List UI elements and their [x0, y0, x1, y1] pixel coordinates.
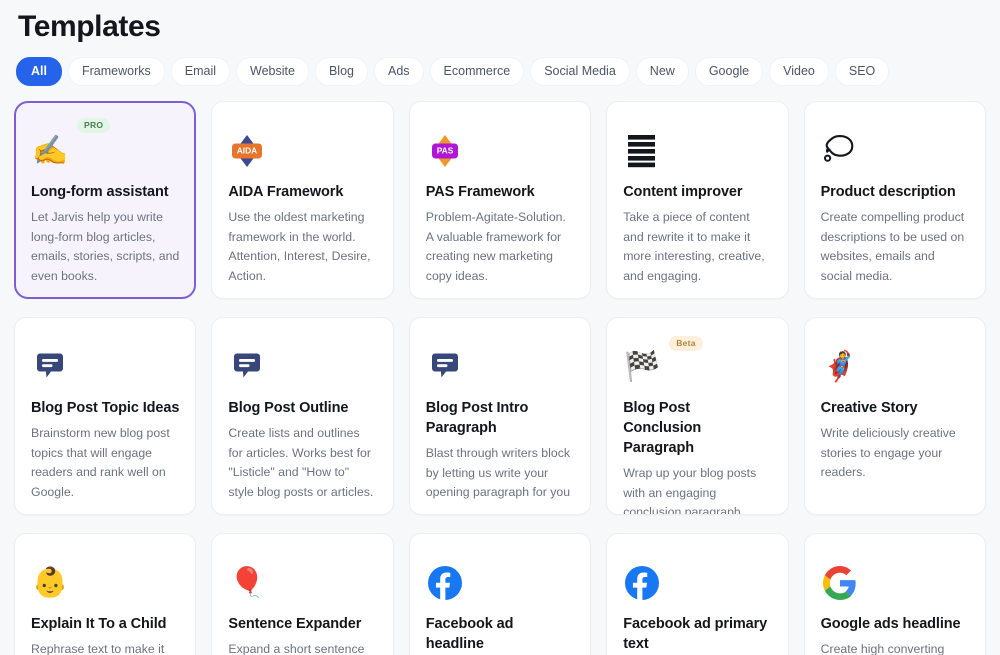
card-description: Create compelling product descriptions t… — [821, 208, 969, 286]
card-description: Blast through writers block by letting u… — [426, 444, 574, 503]
card-description: Problem-Agitate-Solution. A valuable fra… — [426, 208, 574, 286]
card-title: Facebook ad headline — [426, 614, 574, 654]
card-icon-row: AIDA — [228, 120, 376, 182]
card-icon-row — [426, 552, 574, 614]
template-card[interactable]: Blog Post Intro Paragraph Blast through w… — [409, 317, 591, 515]
superhero-icon: 🦸 — [821, 348, 859, 386]
checkered-flag-icon: 🏁 — [623, 348, 661, 386]
card-description: Let Jarvis help you write long-form blog… — [31, 208, 179, 286]
comment-icon — [31, 348, 69, 386]
aida-badge-icon: AIDA — [228, 132, 266, 170]
card-title: Sentence Expander — [228, 614, 376, 634]
card-icon-row: 👶 — [31, 552, 179, 614]
tab-ads[interactable]: Ads — [374, 57, 424, 86]
google-icon — [821, 564, 859, 602]
card-title: PAS Framework — [426, 182, 574, 202]
tab-blog[interactable]: Blog — [315, 57, 368, 86]
card-title: AIDA Framework — [228, 182, 376, 202]
card-icon-row — [821, 120, 969, 182]
card-description: Rephrase text to make it — [31, 640, 179, 655]
card-title: Creative Story — [821, 398, 969, 418]
template-card[interactable]: Blog Post Outline Create lists and outlin… — [211, 317, 393, 515]
card-title: Product description — [821, 182, 969, 202]
card-title: Content improver — [623, 182, 771, 202]
category-tab-bar: AllFrameworksEmailWebsiteBlogAdsEcommerc… — [14, 56, 986, 86]
card-icon-row — [623, 120, 771, 182]
card-description: Write deliciously creative stories to en… — [821, 424, 969, 483]
card-description: Create lists and outlines for articles. … — [228, 424, 376, 502]
card-title: Blog Post Intro Paragraph — [426, 398, 574, 438]
template-card[interactable]: Google ads headline Create high convertin… — [804, 533, 986, 655]
template-card[interactable]: Product description Create compelling pro… — [804, 101, 986, 299]
tab-new[interactable]: New — [636, 57, 689, 86]
tab-all[interactable]: All — [16, 57, 62, 86]
template-card[interactable]: AIDA AIDA Framework Use the oldest marketi… — [211, 101, 393, 299]
card-title: Explain It To a Child — [31, 614, 179, 634]
card-description: Brainstorm new blog post topics that wil… — [31, 424, 179, 502]
card-title: Facebook ad primary text — [623, 614, 771, 654]
comment-icon — [426, 348, 464, 386]
pas-badge-icon: PAS — [426, 132, 464, 170]
card-description: Wrap up your blog posts with an engaging… — [623, 464, 771, 515]
card-title: Blog Post Topic Ideas — [31, 398, 179, 418]
page-title: Templates — [14, 0, 986, 46]
tab-seo[interactable]: SEO — [835, 57, 889, 86]
card-icon-row — [821, 552, 969, 614]
card-title: Blog Post Outline — [228, 398, 376, 418]
text-lines-icon — [623, 132, 661, 170]
template-card[interactable]: 👶 Explain It To a Child Rephrase text to m… — [14, 533, 196, 655]
writing-hand-icon: ✍️ — [31, 132, 69, 170]
svg-text:PAS: PAS — [436, 146, 453, 156]
tab-video[interactable]: Video — [769, 57, 829, 86]
card-description: Create high converting — [821, 640, 969, 655]
template-card[interactable]: Facebook ad primary text — [606, 533, 788, 655]
card-description: Expand a short sentence — [228, 640, 376, 655]
facebook-icon — [623, 564, 661, 602]
card-icon-row: 🎈 — [228, 552, 376, 614]
card-icon-row — [623, 552, 771, 614]
tab-email[interactable]: Email — [171, 57, 230, 86]
card-description: Use the oldest marketing framework in th… — [228, 208, 376, 286]
svg-text:AIDA: AIDA — [237, 146, 257, 156]
templates-grid: ✍️ PRO Long-form assistant Let Jarvis help … — [14, 101, 986, 655]
card-title: Long-form assistant — [31, 182, 179, 202]
tab-google[interactable]: Google — [695, 57, 763, 86]
badge-beta: Beta — [669, 336, 703, 351]
tab-website[interactable]: Website — [236, 57, 309, 86]
card-icon-row — [426, 336, 574, 398]
card-title: Google ads headline — [821, 614, 969, 634]
tab-frameworks[interactable]: Frameworks — [68, 57, 165, 86]
card-icon-row — [228, 336, 376, 398]
template-card[interactable]: 🦸 Creative Story Write deliciously creativ… — [804, 317, 986, 515]
facebook-icon — [426, 564, 464, 602]
template-card[interactable]: PAS PAS Framework Problem-Agitate-Solution… — [409, 101, 591, 299]
card-icon-row: PAS — [426, 120, 574, 182]
template-card[interactable]: Content improver Take a piece of content … — [606, 101, 788, 299]
thought-bubble-icon — [821, 132, 859, 170]
badge-pro: PRO — [77, 118, 110, 133]
card-icon-row: 🏁 Beta — [623, 336, 771, 398]
template-card[interactable]: ✍️ PRO Long-form assistant Let Jarvis help … — [14, 101, 196, 299]
tab-social-media[interactable]: Social Media — [530, 57, 630, 86]
baby-icon: 👶 — [31, 564, 69, 602]
card-description: Take a piece of content and rewrite it t… — [623, 208, 771, 286]
balloon-icon: 🎈 — [228, 564, 266, 602]
template-card[interactable]: 🏁 Beta Blog Post Conclusion Paragraph Wrap … — [606, 317, 788, 515]
template-card[interactable]: 🎈 Sentence Expander Expand a short sentenc… — [211, 533, 393, 655]
comment-icon — [228, 348, 266, 386]
template-card[interactable]: Facebook ad headlineGenerate scroll-stop… — [409, 533, 591, 655]
card-icon-row: 🦸 — [821, 336, 969, 398]
card-icon-row: ✍️ PRO — [31, 120, 179, 182]
templates-page: Templates AllFrameworksEmailWebsiteBlogA… — [0, 0, 1000, 655]
card-icon-row — [31, 336, 179, 398]
tab-ecommerce[interactable]: Ecommerce — [430, 57, 525, 86]
template-card[interactable]: Blog Post Topic Ideas Brainstorm new blog… — [14, 317, 196, 515]
card-title: Blog Post Conclusion Paragraph — [623, 398, 771, 458]
